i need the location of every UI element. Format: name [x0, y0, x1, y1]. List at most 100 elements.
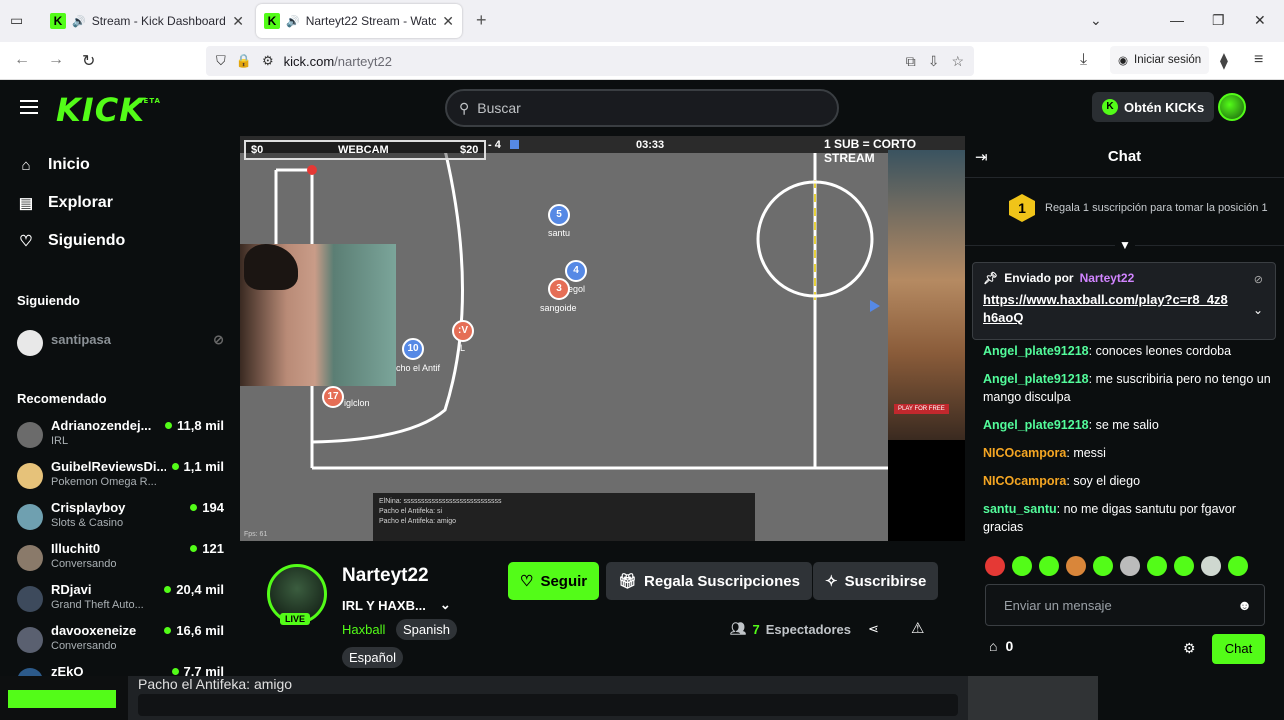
hide-pin-icon[interactable]: ⊘ — [1254, 273, 1263, 286]
recommended-channel[interactable]: Crisplayboy Slots & Casino 194 — [17, 500, 227, 536]
chevron-down-icon[interactable]: ⌄ — [1253, 303, 1263, 317]
maximize-button[interactable]: ❐ — [1212, 12, 1225, 29]
forward-icon[interactable]: → — [48, 51, 64, 69]
emote-icon[interactable] — [1093, 556, 1113, 576]
shield-icon[interactable]: ⛉ — [216, 53, 226, 69]
recommended-channel[interactable]: Adrianozendej... IRL 11,8 mil — [17, 418, 227, 454]
emote-icon[interactable] — [1201, 556, 1221, 576]
chat-username[interactable]: Angel_plate91218 — [983, 372, 1089, 386]
emote-icon[interactable] — [1012, 556, 1032, 576]
chat-username[interactable]: Angel_plate91218 — [983, 418, 1089, 432]
subscribe-button[interactable]: ✧ Suscribirse — [813, 562, 939, 600]
speaker-icon[interactable]: 🔊 — [286, 15, 300, 28]
streamer-name[interactable]: Narteyt22 — [342, 565, 429, 587]
kick-favicon-icon: K — [50, 13, 66, 29]
new-tab-button[interactable]: + — [476, 10, 487, 31]
channel-name: davooxeneize — [51, 623, 137, 638]
speaker-icon[interactable]: 🔊 — [72, 15, 86, 28]
ad-banner[interactable]: PLAY FOR FREE — [888, 150, 965, 440]
sidebar-item-explorar[interactable]: ▤ Explorar — [18, 194, 113, 212]
recommended-channel[interactable]: GuibelReviewsDi... Pokemon Omega R... 1,… — [17, 459, 227, 495]
pinned-user[interactable]: Narteyt22 — [1080, 271, 1135, 285]
hamburger-menu-icon[interactable] — [20, 100, 38, 114]
recommended-channel[interactable]: RDjavi Grand Theft Auto... 20,4 mil — [17, 582, 227, 618]
chat-message: Angel_plate91218: me suscribiria pero no… — [983, 372, 1271, 404]
gift-subs-button[interactable]: 🎁︎ Regala Suscripciones — [606, 562, 812, 600]
emote-icon[interactable] — [1066, 556, 1086, 576]
channel-avatar — [17, 504, 43, 530]
stream-title[interactable]: IRL Y HAXB... ⌄ — [342, 597, 451, 613]
minimize-button[interactable]: — — [1170, 12, 1184, 28]
emote-icon[interactable] — [1147, 556, 1167, 576]
emote-icon[interactable] — [1120, 556, 1140, 576]
kick-logo[interactable]: KICK BETA — [56, 91, 160, 129]
tab-list-chevron-icon[interactable]: ⌄ — [1090, 12, 1102, 29]
stream-tag[interactable]: Spanish — [396, 619, 457, 640]
menu-icon[interactable]: ≡ — [1254, 51, 1263, 69]
reload-icon[interactable]: ↻ — [82, 51, 95, 71]
chat-username[interactable]: NICOcampora — [983, 446, 1066, 460]
recommended-channel[interactable]: zEkO 7,7 mil — [17, 664, 227, 676]
sidebar-item-siguiendo[interactable]: ♡ Siguiendo — [18, 232, 125, 250]
video-player[interactable]: 5 santu 4 egol 3 sangoide 10 cho el Anti… — [240, 136, 965, 541]
chat-message: Angel_plate91218: se me salio — [983, 418, 1159, 432]
channel-avatar — [17, 586, 43, 612]
signin-button[interactable]: ◉ Iniciar sesión — [1110, 46, 1210, 74]
tab-overview-icon[interactable]: ▭ — [10, 12, 23, 29]
emoji-picker-icon[interactable]: ☻ — [1237, 597, 1252, 613]
browser-tab-dashboard[interactable]: K 🔊 Stream - Kick Dashboard ✕ — [42, 4, 252, 38]
live-dot-icon — [190, 504, 198, 511]
get-kicks-button[interactable]: K Obtén KICKs — [1092, 92, 1215, 122]
search-input[interactable]: ⚲ Buscar — [445, 89, 839, 127]
share-icon[interactable]: ⋖ — [868, 621, 879, 637]
close-window-button[interactable]: ✕ — [1254, 12, 1266, 29]
gift-leaderboard[interactable]: 1 Regala 1 suscripción para tomar la pos… — [1009, 194, 1269, 222]
picture-in-picture-icon[interactable]: ⧉ — [906, 53, 916, 70]
gift-icon: 🎁︎ — [618, 573, 638, 590]
channel-avatar — [17, 668, 43, 676]
channel-category: Conversando — [51, 640, 117, 652]
heart-icon: ♡ — [520, 573, 534, 590]
bottom-input-bar — [138, 694, 958, 716]
channel-points[interactable]: ⌂ 0 — [989, 638, 1013, 654]
kick-favicon-icon: K — [264, 13, 280, 29]
close-tab-icon[interactable]: ✕ — [232, 13, 244, 30]
extensions-icon[interactable]: ⧫ — [1220, 51, 1228, 71]
downloads-icon[interactable]: ⤓ — [1080, 51, 1087, 69]
player-red: 3 — [548, 278, 570, 300]
pinned-link[interactable]: https://www.haxball.com/play?c=r8_4z8h6a… — [983, 291, 1233, 327]
bookmark-star-icon[interactable]: ☆ — [951, 53, 964, 70]
recommended-channel[interactable]: davooxeneize Conversando 16,6 mil — [17, 623, 227, 659]
chat-username[interactable]: Angel_plate91218 — [983, 344, 1089, 358]
address-bar[interactable]: ⛉ 🔒 ⚙ kick.com/narteyt22 ⧉ ⇩ ☆ — [206, 46, 974, 76]
emote-icon[interactable] — [985, 556, 1005, 576]
emote-icon[interactable] — [1174, 556, 1194, 576]
close-tab-icon[interactable]: ✕ — [442, 13, 454, 30]
expand-leaderboard-icon[interactable]: ▼ — [1115, 238, 1135, 252]
chat-message-input[interactable]: Enviar un mensaje ☻ — [985, 584, 1265, 626]
back-icon[interactable]: ← — [14, 51, 30, 69]
save-page-icon[interactable]: ⇩ — [928, 53, 940, 70]
permissions-icon[interactable]: ⚙ — [262, 53, 274, 69]
lock-icon[interactable]: 🔒 — [236, 53, 252, 69]
viewers-icon: 👥︎ — [730, 621, 747, 636]
gear-icon[interactable]: ⚙ — [1183, 640, 1196, 657]
chat-username[interactable]: NICOcampora — [983, 474, 1066, 488]
send-chat-button[interactable]: Chat — [1212, 634, 1265, 664]
channel-avatar — [17, 627, 43, 653]
recommended-channel[interactable]: Illuchit0 Conversando 121 — [17, 541, 227, 577]
emote-icon[interactable] — [1039, 556, 1059, 576]
user-avatar[interactable] — [1218, 93, 1246, 121]
follow-button[interactable]: ♡ Seguir — [508, 562, 600, 600]
following-channel[interactable]: santipasa ⊘ — [17, 326, 227, 362]
emote-icon[interactable] — [1228, 556, 1248, 576]
chat-username[interactable]: santu_santu — [983, 502, 1057, 516]
chevron-down-icon[interactable]: ⌄ — [440, 597, 451, 613]
sidebar-item-inicio[interactable]: ⌂ Inicio — [18, 156, 89, 174]
stream-category-link[interactable]: Haxball — [342, 622, 385, 637]
stream-tag[interactable]: Español — [342, 647, 403, 668]
report-icon[interactable]: ⚠ — [911, 619, 924, 637]
account-icon: ◉ — [1118, 55, 1129, 67]
bottom-left-panel — [0, 676, 128, 720]
browser-tab-stream[interactable]: K 🔊 Narteyt22 Stream - Watch L ✕ — [256, 4, 462, 38]
